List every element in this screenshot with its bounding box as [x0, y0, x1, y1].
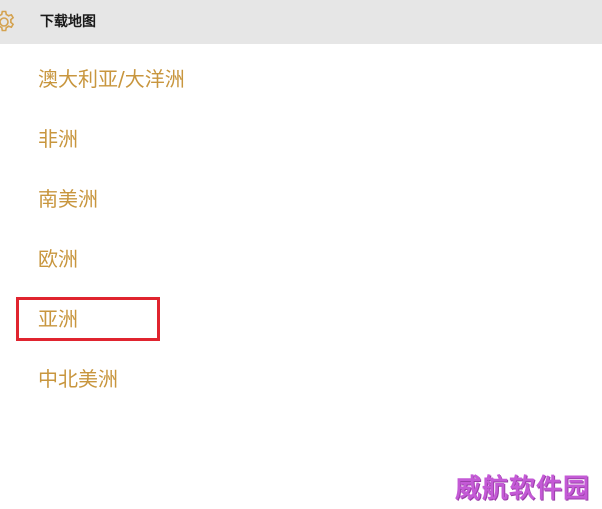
region-item-oceania[interactable]: 澳大利亚/大洋洲 [38, 62, 185, 96]
region-item-north-central-america[interactable]: 中北美洲 [38, 362, 118, 396]
region-item-africa[interactable]: 非洲 [38, 122, 78, 156]
region-item-europe[interactable]: 欧洲 [38, 242, 78, 276]
watermark-text: 威航软件园 [455, 474, 591, 504]
page-title: 下载地图 [40, 14, 96, 30]
header-bar: 下载地图 [0, 0, 602, 44]
region-item-south-america[interactable]: 南美洲 [38, 182, 98, 216]
highlight-box [16, 297, 160, 341]
gear-icon[interactable] [0, 9, 17, 35]
